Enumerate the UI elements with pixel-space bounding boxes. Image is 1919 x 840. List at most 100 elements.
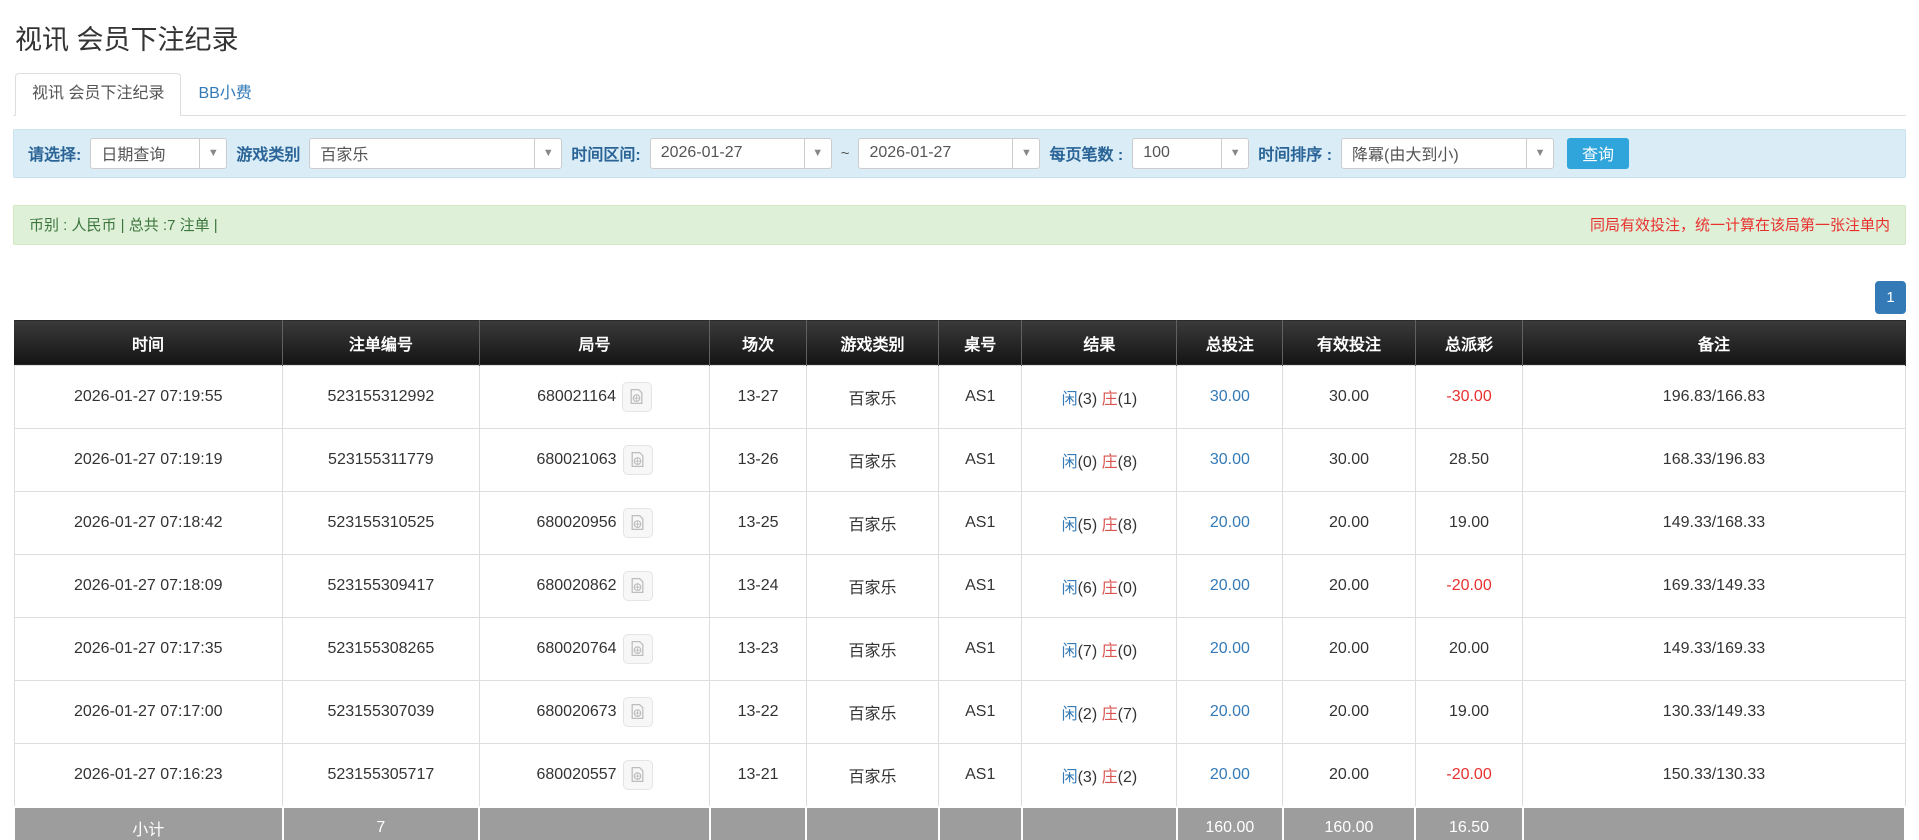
valid-bet-cell: 20.00 (1282, 742, 1416, 808)
header-round-id: 局号 (479, 319, 711, 366)
page-title: 视讯 会员下注纪录 (15, 25, 239, 55)
page-size-value: 100 (1143, 144, 1170, 162)
session-cell: 13-26 (709, 427, 807, 492)
page-1-button[interactable]: 1 (1875, 280, 1906, 314)
video-file-icon (631, 578, 644, 594)
total-bet-link[interactable]: 20.00 (1210, 514, 1250, 531)
video-replay-button[interactable] (622, 759, 653, 790)
table-header-row: 时间 注单编号 局号 场次 游戏类别 桌号 结果 总投注 有效投注 总派彩 备注 (14, 319, 1906, 366)
table-no-cell: AS1 (938, 364, 1023, 429)
payout-cell: -20.00 (1414, 742, 1524, 808)
round-id-text: 680020557 (536, 765, 617, 783)
video-replay-button[interactable] (621, 381, 652, 412)
payout-cell: 19.00 (1414, 679, 1524, 744)
banker-result: 庄 (1101, 642, 1118, 660)
bet-id-cell: 523155307039 (282, 679, 480, 744)
valid-bet-cell: 30.00 (1282, 364, 1416, 429)
video-replay-button[interactable] (622, 570, 653, 601)
banker-score: (1) (1117, 390, 1138, 408)
payout-cell: -20.00 (1414, 553, 1524, 618)
banker-score: (0) (1117, 579, 1138, 597)
time-sort-select[interactable]: 降冪(由大到小) ▼ (1341, 137, 1555, 169)
game-type-select[interactable]: 百家乐 ▼ (309, 137, 563, 169)
total-bet-link[interactable]: 20.00 (1210, 577, 1250, 594)
round-id-cell: 680020764 (478, 616, 711, 681)
banker-score: (8) (1117, 516, 1138, 534)
remark-cell: 149.33/168.33 (1522, 490, 1906, 555)
round-id-text: 680020673 (536, 702, 617, 720)
player-score: (0) (1077, 453, 1098, 471)
video-file-icon (631, 389, 643, 405)
video-replay-button[interactable] (622, 633, 653, 664)
total-bet-link[interactable]: 30.00 (1210, 451, 1250, 468)
bet-id-cell: 523155311779 (282, 427, 480, 492)
round-id-cell: 680020862 (478, 553, 711, 618)
game-type-value: 百家乐 (320, 147, 369, 165)
page-size-select[interactable]: 100 ▼ (1132, 137, 1250, 169)
payout-cell: -30.00 (1414, 364, 1524, 429)
banker-result: 庄 (1101, 453, 1118, 471)
time-cell: 2026-01-27 07:17:00 (13, 679, 284, 744)
summary-label-cell: 小计 (13, 805, 284, 840)
summary-total-bet-cell: 160.00 (1175, 805, 1284, 840)
bet-id-cell: 523155305717 (282, 742, 480, 808)
total-bet-cell: 20.00 (1176, 553, 1284, 618)
table-no-cell: AS1 (938, 553, 1023, 618)
total-bet-link[interactable]: 20.00 (1210, 766, 1250, 783)
payout-cell: 19.00 (1414, 490, 1524, 555)
time-cell: 2026-01-27 07:19:19 (13, 427, 284, 492)
round-id-text: 680021063 (536, 450, 617, 468)
video-replay-button[interactable] (622, 507, 653, 538)
player-score: (3) (1077, 390, 1098, 408)
bet-records-table: 时间 注单编号 局号 场次 游戏类别 桌号 结果 总投注 有效投注 总派彩 备注… (13, 319, 1907, 840)
table-no-cell: AS1 (938, 616, 1023, 681)
player-score: (6) (1077, 579, 1098, 597)
banker-result: 庄 (1101, 768, 1118, 786)
table-no-cell: AS1 (938, 742, 1023, 808)
summary-bar: 币别 : 人民币 | 总共 :7 注单 | 同局有效投注，统一计算在该局第一张注… (13, 204, 1906, 245)
header-bet-id: 注单编号 (282, 319, 480, 366)
valid-bet-cell: 20.00 (1282, 679, 1416, 744)
session-cell: 13-27 (709, 364, 807, 429)
player-score: (3) (1077, 768, 1098, 786)
date-from-value: 2026-01-27 (660, 144, 743, 162)
time-cell: 2026-01-27 07:18:42 (13, 490, 284, 555)
header-game-type: 游戏类别 (806, 319, 940, 366)
remark-cell: 168.33/196.83 (1522, 427, 1906, 492)
date-to-select[interactable]: 2026-01-27 ▼ (858, 137, 1041, 169)
table-row: 2026-01-27 07:19:19 523155311779 6800210… (13, 427, 1906, 492)
tab-bb-tips[interactable]: BB小费 (181, 73, 268, 116)
page-size-label: 每页笔数 : (1049, 147, 1124, 165)
date-to-value: 2026-01-27 (869, 144, 952, 162)
date-from-select[interactable]: 2026-01-27 ▼ (649, 137, 832, 169)
round-id-text: 680020862 (536, 576, 617, 594)
table-no-cell: AS1 (938, 490, 1023, 555)
valid-bet-cell: 20.00 (1282, 553, 1416, 618)
header-valid-bet: 有效投注 (1282, 319, 1416, 366)
table-row: 2026-01-27 07:17:00 523155307039 6800206… (13, 679, 1906, 744)
video-replay-button[interactable] (622, 444, 653, 475)
video-file-icon (631, 515, 644, 531)
total-bet-link[interactable]: 30.00 (1210, 388, 1250, 405)
player-score: (2) (1077, 705, 1098, 723)
bet-id-cell: 523155312992 (282, 364, 480, 429)
total-bet-cell: 20.00 (1176, 616, 1284, 681)
currency-total-text: 币别 : 人民币 | 总共 :7 注单 | (29, 217, 218, 235)
total-bet-link[interactable]: 20.00 (1210, 640, 1250, 657)
tab-video-bet-records[interactable]: 视讯 会员下注纪录 (15, 73, 182, 116)
header-remark: 备注 (1522, 319, 1906, 366)
payout-cell: 28.50 (1414, 427, 1524, 492)
video-file-icon (631, 704, 644, 720)
total-bet-link[interactable]: 20.00 (1210, 703, 1250, 720)
time-cell: 2026-01-27 07:16:23 (13, 742, 284, 808)
header-result: 结果 (1021, 319, 1178, 366)
video-replay-button[interactable] (622, 696, 653, 727)
search-button[interactable]: 查询 (1567, 137, 1630, 169)
video-file-icon (631, 452, 644, 468)
round-id-cell: 680020673 (478, 679, 711, 744)
video-file-icon (631, 641, 644, 657)
range-separator: ~ (840, 144, 850, 162)
game-type-cell: 百家乐 (805, 427, 940, 492)
table-no-cell: AS1 (938, 427, 1023, 492)
query-mode-select[interactable]: 日期查询 ▼ (90, 137, 228, 169)
